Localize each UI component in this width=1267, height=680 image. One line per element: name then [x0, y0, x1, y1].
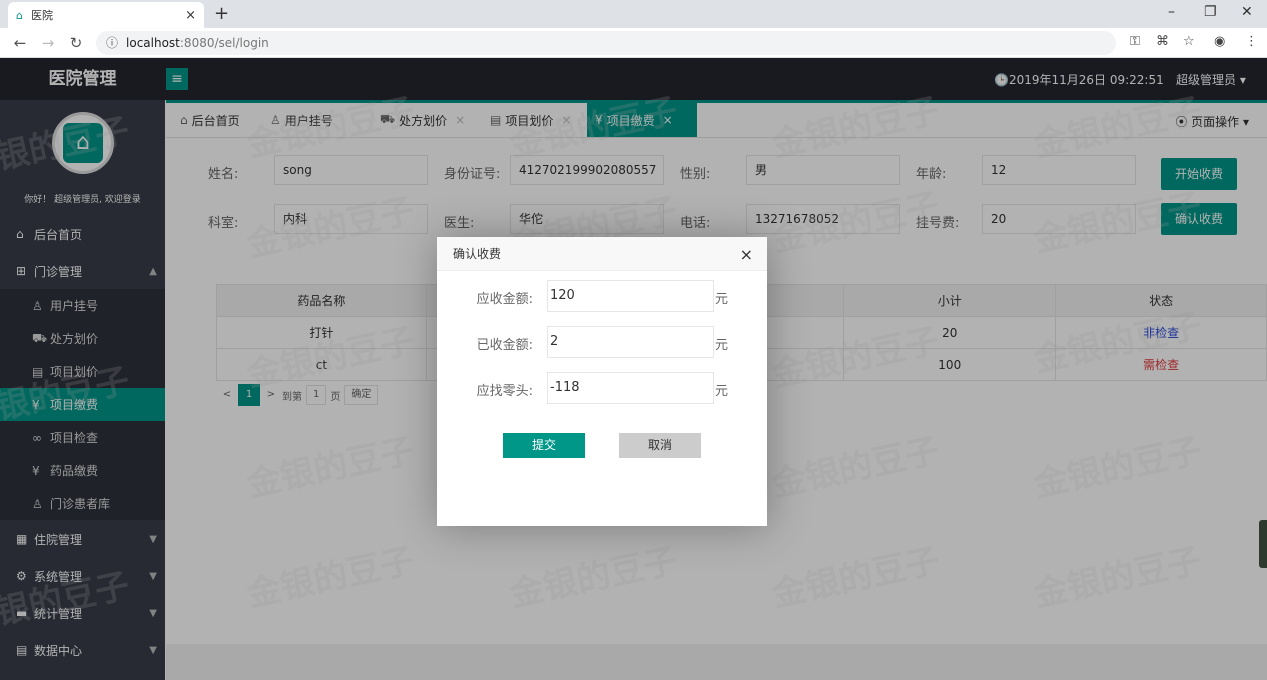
address-bar: ← → ↻ ⓘ localhost :8080/sel/login	[0, 28, 1267, 58]
restore-icon[interactable]: ❐	[1204, 4, 1217, 20]
info-icon: ⓘ	[106, 36, 119, 50]
back-arrow-icon[interactable]: ←	[12, 34, 28, 52]
browser-tabbar: ⌂ 医院 × + – ❐ ✕	[0, 0, 1267, 28]
forward-arrow-icon[interactable]: →	[40, 34, 56, 52]
reload-icon[interactable]: ↻	[68, 34, 84, 52]
unit-label: 元	[715, 384, 729, 399]
cancel-button[interactable]: 取消	[619, 433, 701, 458]
dialog-title: 确认收费	[437, 237, 767, 271]
change-amount-label: 应找零头:	[476, 384, 533, 399]
url-input[interactable]: ⓘ localhost :8080/sel/login	[96, 30, 1116, 55]
translate-icon[interactable]: ⌘	[1156, 34, 1169, 49]
paid-amount-label: 已收金额:	[476, 338, 533, 353]
submit-button[interactable]: 提交	[503, 433, 585, 458]
minimize-icon[interactable]: –	[1168, 4, 1175, 20]
close-tab-icon[interactable]: ×	[185, 8, 196, 23]
due-amount-label: 应收金额:	[476, 292, 533, 307]
side-handle[interactable]	[1259, 520, 1267, 568]
account-icon[interactable]: ◉	[1214, 34, 1225, 49]
hospital-icon: ⌂	[16, 8, 23, 22]
unit-label: 元	[715, 292, 729, 307]
browser-tab[interactable]: ⌂ 医院 ×	[8, 2, 204, 28]
close-icon[interactable]: ×	[740, 245, 753, 264]
window-close-icon[interactable]: ✕	[1241, 4, 1253, 20]
unit-label: 元	[715, 338, 729, 353]
browser-tab-title: 医院	[30, 9, 53, 22]
paid-amount-input[interactable]: 2	[547, 326, 714, 358]
url-path: :8080/sel/login	[179, 35, 269, 50]
url-host: localhost	[126, 35, 180, 50]
change-amount-input[interactable]: -118	[547, 372, 714, 404]
key-icon[interactable]: ⚿	[1130, 34, 1140, 49]
due-amount-input[interactable]: 120	[547, 280, 714, 312]
star-icon[interactable]: ☆	[1183, 34, 1195, 49]
confirm-charge-dialog: 确认收费 × 应收金额: 120 元 已收金额: 2 元 应找零头: -118 …	[437, 237, 767, 526]
new-tab-button[interactable]: +	[214, 3, 229, 24]
more-menu-icon[interactable]: ⋮	[1245, 34, 1258, 49]
